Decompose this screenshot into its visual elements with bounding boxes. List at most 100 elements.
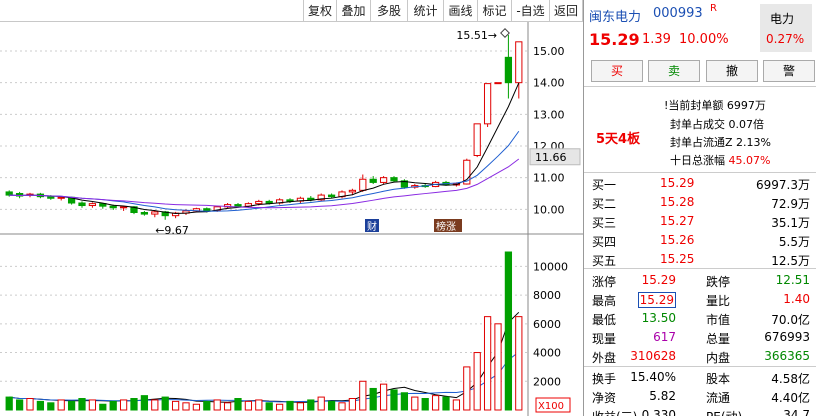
stat-label: 换手: [592, 372, 617, 386]
stat-value: 310628: [630, 349, 676, 363]
candle-body: [504, 56, 513, 84]
bid-volume: 12.5万: [771, 254, 810, 268]
volume-bar: [400, 392, 409, 411]
volume-bar: [47, 402, 55, 411]
stat-value: 0.330: [641, 408, 676, 416]
toolbar-overlay-button[interactable]: 叠加: [336, 0, 370, 22]
bid-price[interactable]: 15.27: [660, 214, 694, 228]
candle-body: [359, 178, 367, 191]
bid-label: 买四: [592, 235, 617, 249]
candle-body: [286, 199, 294, 202]
limit-row-value: 45.07%: [728, 154, 771, 167]
volume-bar: [223, 402, 232, 411]
limit-row-value: 2.13%: [736, 136, 771, 149]
bid-label: 买三: [592, 216, 617, 230]
bid-price[interactable]: 15.25: [660, 252, 694, 266]
price-badge: 11.66: [535, 151, 567, 164]
limit-row-label: 十日总涨幅: [670, 154, 725, 167]
stat-label: 量比: [706, 294, 731, 308]
stat-value: 70.0亿: [771, 313, 810, 327]
toolbar-watchlist-button[interactable]: -自选: [511, 0, 549, 22]
bid-price[interactable]: 15.26: [660, 233, 694, 247]
volume-bar: [515, 316, 523, 411]
price-tick-label: 14.00: [533, 77, 565, 90]
volume-bar: [504, 251, 513, 411]
candle-body: [494, 82, 502, 85]
candle-body: [348, 189, 357, 193]
limit-row-value: 6997万: [726, 99, 766, 112]
sector-pct: 0.27%: [766, 32, 805, 46]
stock-name: 闽东电力: [589, 10, 642, 25]
volume-bar: [359, 380, 367, 411]
candle-body: [369, 178, 377, 183]
volume-bar: [286, 400, 294, 411]
volume-bar: [130, 398, 138, 411]
toolbar-mark-button[interactable]: 标记: [477, 0, 511, 22]
volume-bar: [140, 395, 149, 411]
candle-body: [379, 177, 388, 183]
stat-label: 跌停: [706, 275, 731, 289]
stat-label: 内盘: [706, 351, 731, 365]
limit-row-prefix: !当: [664, 99, 680, 112]
candle-body: [255, 200, 263, 205]
volume-tick-label: 10000: [533, 260, 568, 273]
cancel-order-button[interactable]: 撤: [706, 60, 758, 82]
toolbar-back-button[interactable]: 返回: [549, 0, 583, 22]
volume-bar: [338, 402, 346, 411]
price-ma-line: [9, 130, 520, 212]
quote-panel: 闽东电力 000993 R 15.29 1.39 10.00% 电力 0.27%…: [583, 0, 816, 416]
volume-bar: [26, 398, 34, 411]
candle-body: [327, 194, 336, 198]
volume-bar: [234, 398, 242, 411]
stock-change: 1.39: [642, 32, 671, 47]
price-tick-label: 10.00: [533, 203, 565, 216]
toolbar-stats-button[interactable]: 统计: [407, 0, 443, 22]
stat-value: 15.40%: [630, 370, 676, 384]
buy-button[interactable]: 买: [591, 60, 643, 82]
toolbar-draw-button[interactable]: 画线: [443, 0, 477, 22]
bid-volume: 35.1万: [771, 216, 810, 230]
finance-marker: 财: [367, 220, 377, 233]
volume-bar: [255, 399, 263, 411]
volume-bar: [369, 387, 377, 411]
volume-ma-line: [9, 311, 520, 403]
candle-body: [88, 203, 97, 207]
bid-label: 买二: [592, 197, 617, 211]
bid-price[interactable]: 15.29: [660, 176, 694, 190]
stat-value: 617: [653, 330, 676, 344]
candle-body: [473, 123, 481, 157]
stat-value: 5.82: [649, 389, 676, 403]
toolbar-fuquan-button[interactable]: 复权: [303, 0, 336, 22]
volume-bar: [421, 398, 429, 411]
volume-unit: X100: [538, 401, 564, 412]
volume-bar: [5, 396, 13, 411]
volume-bar: [327, 400, 336, 411]
volume-bar: [483, 316, 492, 411]
sector-box[interactable]: 电力 0.27%: [760, 4, 812, 52]
chart-toolbar: 复权 叠加 多股 统计 画线 标记 -自选 返回: [0, 0, 583, 22]
toolbar-multistock-button[interactable]: 多股: [370, 0, 407, 22]
bid-price[interactable]: 15.28: [660, 195, 694, 209]
stat-label: 最低: [592, 313, 617, 327]
candle-body: [515, 41, 523, 84]
volume-bar: [36, 400, 45, 411]
sell-button[interactable]: 卖: [648, 60, 700, 82]
volume-bar: [296, 402, 305, 411]
volume-bar: [317, 396, 325, 411]
volume-bar: [494, 323, 502, 411]
alert-button[interactable]: 警: [763, 60, 815, 82]
kline-chart[interactable]: 15.00 14.00 13.00 12.00 11.00 10.00 10000 8000 6…: [0, 22, 583, 416]
volume-bar: [431, 395, 440, 411]
stock-flag: R: [710, 3, 717, 14]
limit-row-value: 0.07倍: [728, 118, 765, 131]
volume-bar: [192, 403, 201, 411]
stat-label: 股本: [706, 372, 731, 386]
volume-bar: [348, 398, 357, 411]
stat-label: PE(动): [706, 408, 742, 416]
stat-value: 15.29: [637, 292, 676, 308]
volume-bar: [265, 402, 273, 411]
kline-svg[interactable]: 15.0014.0013.0012.0011.0010.001000080006…: [0, 22, 583, 416]
volume-tick-label: 6000: [533, 318, 561, 331]
candle-body: [119, 206, 128, 209]
stat-label: 市值: [706, 313, 731, 327]
